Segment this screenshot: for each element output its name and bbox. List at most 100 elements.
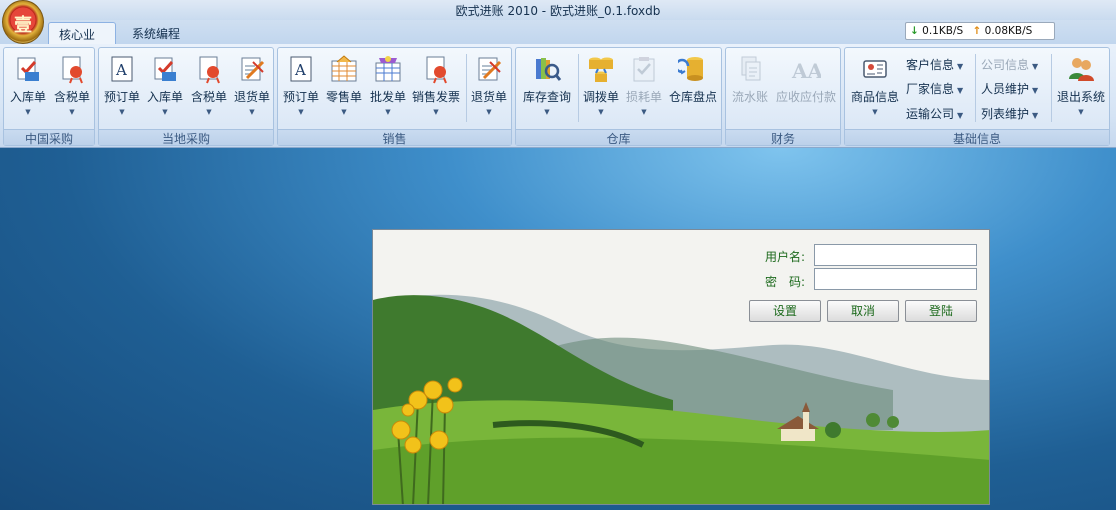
- chevron-down-icon: ▼: [385, 108, 391, 116]
- tab-core-business[interactable]: 核心业务: [48, 22, 116, 59]
- group-sales: A 预订单 ▼ 零售单 ▼ 批发单 ▼ 销售发票 ▼ 退货单 ▼ 销售: [277, 47, 512, 146]
- login-dialog: 用户名: 密 码: 设置 取消 登陆: [372, 229, 990, 505]
- chevron-down-icon: ▼: [872, 108, 878, 116]
- chevron-down-icon: ▼: [957, 86, 964, 95]
- chevron-down-icon: ▼: [69, 108, 75, 116]
- chevron-down-icon: ▼: [1032, 86, 1039, 95]
- group-finance: 流水账 AA 应收应付款 财务: [725, 47, 841, 146]
- sales-return-button[interactable]: 退货单 ▼: [468, 52, 510, 126]
- receivable-payable-button[interactable]: AA 应收应付款: [772, 52, 840, 126]
- title-bar: 欧式进账 2010 - 欧式进账_0.1.foxdb: [0, 0, 1116, 20]
- invoice-doc-icon: [426, 56, 447, 84]
- list-maintenance-button[interactable]: 列表维护 ▼: [981, 105, 1038, 125]
- chevron-down-icon: ▼: [1078, 108, 1084, 116]
- chevron-down-icon: ▼: [433, 108, 439, 116]
- separator: [466, 54, 467, 122]
- stock-in-doc-icon: [17, 57, 39, 81]
- chevron-down-icon: ▼: [162, 108, 168, 116]
- chevron-down-icon: ▼: [598, 108, 604, 116]
- group-label: 财务: [726, 129, 840, 146]
- preorder-doc-icon: A: [290, 56, 312, 82]
- group-basic-info: 商品信息 ▼ 客户信息 ▼ 厂家信息 ▼ 运输公司 ▼ 公司信息 ▼ 人员维护 ▼ 列表维…: [844, 47, 1110, 146]
- download-arrow-icon: ↓: [910, 25, 919, 37]
- local-preorder-button[interactable]: A 预订单 ▼: [101, 52, 143, 126]
- window-title: 欧式进账 2010 - 欧式进账_0.1.foxdb: [455, 4, 661, 18]
- retail-sheet-icon: [331, 55, 357, 82]
- stocktake-button[interactable]: 仓库盘点: [666, 52, 720, 126]
- users-icon: [1069, 58, 1094, 81]
- tax-doc-icon: [62, 56, 83, 84]
- svg-text:A: A: [115, 61, 127, 79]
- chevron-down-icon: ▼: [957, 62, 964, 71]
- group-label: 当地采购: [99, 129, 273, 146]
- sales-invoice-button[interactable]: 销售发票 ▼: [408, 52, 464, 126]
- wholesale-button[interactable]: 批发单 ▼: [366, 52, 410, 126]
- company-info-button[interactable]: 公司信息 ▼: [981, 56, 1038, 76]
- retail-button[interactable]: 零售单 ▼: [322, 52, 366, 126]
- clipboard-icon: [633, 57, 655, 82]
- username-label: 用户名:: [765, 250, 806, 264]
- font-aa-icon: AA: [791, 59, 821, 83]
- chevron-down-icon: ▼: [1032, 62, 1039, 71]
- stock-query-icon: [536, 58, 562, 81]
- ledger-button[interactable]: 流水账: [728, 52, 772, 126]
- app-logo-button[interactable]: 壹: [2, 0, 44, 44]
- return-doc-icon: [478, 57, 502, 81]
- group-label: 基础信息: [845, 129, 1109, 146]
- chevron-down-icon: ▼: [486, 108, 492, 116]
- chevron-down-icon: ▼: [641, 108, 647, 116]
- group-china-purchase: 入库单 ▼ 含税单 ▼ 中国采购: [3, 47, 95, 146]
- vendor-info-button[interactable]: 厂家信息 ▼: [906, 80, 963, 100]
- password-input[interactable]: [814, 268, 977, 290]
- logo-glyph: 壹: [14, 15, 32, 36]
- group-label: 仓库: [516, 129, 721, 146]
- separator: [578, 54, 579, 122]
- upload-speed: 0.08KB/S: [984, 25, 1033, 37]
- ledger-doc-icon: [741, 56, 761, 81]
- staff-maintenance-button[interactable]: 人员维护 ▼: [981, 80, 1038, 100]
- svg-text:A: A: [294, 61, 306, 79]
- chevron-down-icon: ▼: [25, 108, 31, 116]
- preorder-doc-icon: A: [111, 56, 133, 82]
- wholesale-sheet-icon: [375, 56, 401, 82]
- group-warehouse: 库存查询 ▼ 调拨单 ▼ 损耗单 ▼ 仓库盘点 仓库: [515, 47, 722, 146]
- loss-button[interactable]: 损耗单 ▼: [622, 52, 666, 126]
- network-speed-widget: ↓ 0.1KB/S ↑ 0.08KB/S: [905, 22, 1055, 40]
- tab-system-programming[interactable]: 系统编程: [122, 22, 196, 44]
- chevron-down-icon: ▼: [119, 108, 125, 116]
- stock-query-button[interactable]: 库存查询 ▼: [518, 52, 576, 126]
- group-label: 销售: [278, 129, 511, 146]
- cancel-button[interactable]: 取消: [827, 300, 899, 322]
- chevron-down-icon: ▼: [249, 108, 255, 116]
- separator: [975, 54, 976, 122]
- download-speed: 0.1KB/S: [922, 25, 964, 37]
- stocktake-cylinder-icon: [678, 57, 703, 81]
- chevron-down-icon: ▼: [544, 108, 550, 116]
- username-input[interactable]: [814, 244, 977, 266]
- password-label: 密 码:: [765, 275, 806, 289]
- china-stock-in-button[interactable]: 入库单 ▼: [6, 52, 50, 126]
- shipping-company-button[interactable]: 运输公司 ▼: [906, 105, 963, 125]
- login-button[interactable]: 登陆: [905, 300, 977, 322]
- local-tax-button[interactable]: 含税单 ▼: [187, 52, 231, 126]
- chevron-down-icon: ▼: [206, 108, 212, 116]
- stock-in-doc-icon: [154, 57, 176, 81]
- group-label: 中国采购: [4, 129, 94, 146]
- chevron-down-icon: ▼: [341, 108, 347, 116]
- china-tax-button[interactable]: 含税单 ▼: [50, 52, 94, 126]
- local-stock-in-button[interactable]: 入库单 ▼: [143, 52, 187, 126]
- ribbon: 入库单 ▼ 含税单 ▼ 中国采购 A 预订单 ▼ 入库单 ▼ 含税单 ▼ 退货单: [0, 44, 1116, 148]
- local-return-button[interactable]: 退货单 ▼: [231, 52, 273, 126]
- exit-system-button[interactable]: 退出系统 ▼: [1053, 52, 1109, 126]
- product-info-button[interactable]: 商品信息 ▼: [847, 52, 903, 126]
- ribbon-tab-row: 核心业务 系统编程 ↓ 0.1KB/S ↑ 0.08KB/S: [0, 20, 1116, 59]
- chevron-down-icon: ▼: [298, 108, 304, 116]
- customer-info-button[interactable]: 客户信息 ▼: [906, 56, 963, 76]
- transfer-button[interactable]: 调拨单 ▼: [580, 52, 622, 126]
- chevron-down-icon: ▼: [1032, 111, 1039, 120]
- settings-button[interactable]: 设置: [749, 300, 821, 322]
- group-local-purchase: A 预订单 ▼ 入库单 ▼ 含税单 ▼ 退货单 ▼ 当地采购: [98, 47, 274, 146]
- separator: [1051, 54, 1052, 122]
- transfer-cylinders-icon: [589, 57, 613, 82]
- sales-preorder-button[interactable]: A 预订单 ▼: [280, 52, 322, 126]
